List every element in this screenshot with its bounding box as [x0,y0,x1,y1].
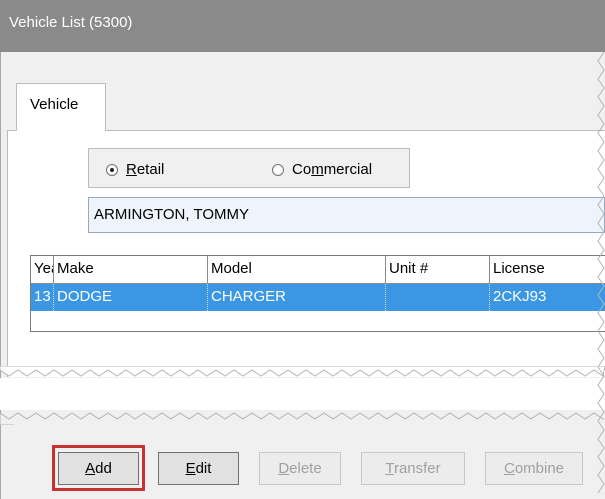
tab-vehicle-label: Vehicle [30,96,79,113]
torn-right-edge [597,51,605,494]
transfer-button[interactable]: Transfer [361,452,465,485]
add-button-highlight [52,445,145,491]
combine-button[interactable]: Combine [485,452,583,485]
delete-button[interactable]: Delete [259,452,341,485]
tab-vehicle[interactable]: Vehicle [16,83,106,131]
edit-button[interactable]: Edit [158,452,239,485]
